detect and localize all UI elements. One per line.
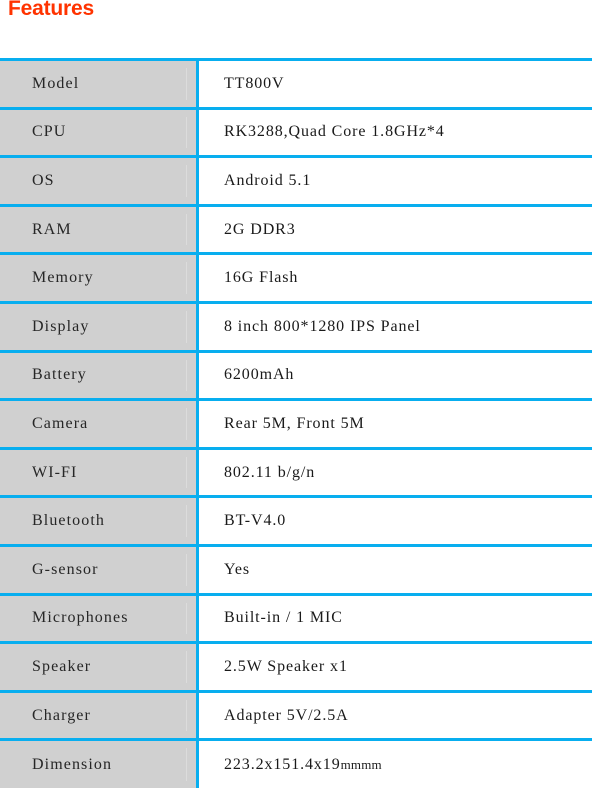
table-row: Speaker 2.5W Speaker x1 [0,641,592,692]
spec-value-text: 16G Flash [224,269,299,287]
spec-label-cell: Display [0,300,199,352]
label-cell-inner-rule [186,68,187,100]
table-row: Memory 16G Flash [0,252,592,303]
spec-table-body: Model TT800V CPU RK3288,Quad Core 1.8GHz*4 O… [0,58,592,789]
spec-value-text: Built-in / 1 MIC [224,609,343,627]
table-row: Display 8 inch 800*1280 IPS Panel [0,300,592,352]
spec-label-cell: Bluetooth [0,495,199,546]
table-row: RAM 2G DDR3 [0,203,592,254]
features-page: Features Model TT800V CPU RK3288,Quad Core … [0,0,592,801]
specifications-table: Model TT800V CPU RK3288,Quad Core 1.8GHz*4 O… [0,58,592,789]
table-row: Microphones Built-in / 1 MIC [0,592,592,643]
spec-value-text: 6200mAh [224,366,295,384]
table-row: CPU RK3288,Quad Core 1.8GHz*4 [0,106,592,157]
spec-value-cell: 2G DDR3 [197,203,592,254]
table-row: G-sensor Yes [0,543,592,595]
spec-label-text: Speaker [32,657,92,675]
spec-value-cell: BT-V4.0 [197,495,592,546]
spec-label-text: Dimension [32,755,113,773]
spec-label-cell: Camera [0,398,199,449]
table-row: Charger Adapter 5V/2.5A [0,689,592,740]
spec-value-text: Yes [224,560,250,578]
spec-label-text: Microphones [32,609,129,627]
spec-label-cell: G-sensor [0,543,199,595]
spec-value-text: 8 inch 800*1280 IPS Panel [224,317,421,335]
label-cell-inner-rule [186,213,187,246]
spec-label-cell: Memory [0,252,199,303]
table-row: WI-FI 802.11 b/g/n [0,446,592,497]
spec-value-text: 2.5W Speaker x1 [224,657,348,675]
spec-value-cell: RK3288,Quad Core 1.8GHz*4 [197,106,592,157]
spec-value-cell: 2.5W Speaker x1 [197,641,592,692]
page-title: Features [8,0,94,20]
spec-value-unit: mmmm [340,756,382,772]
spec-value-text: Adapter 5V/2.5A [224,706,349,724]
spec-label-cell: Microphones [0,592,199,643]
label-cell-inner-rule [186,553,187,586]
label-cell-inner-rule [186,699,187,732]
spec-label-cell: Battery [0,349,199,400]
spec-label-text: Camera [32,414,89,432]
spec-value-text: BT-V4.0 [224,512,287,530]
spec-value-text: 2G DDR3 [224,220,296,238]
spec-label-cell: WI-FI [0,446,199,497]
spec-value-text: 223.2x151.4x19mmmm [224,755,382,773]
spec-value-cell: 16G Flash [197,252,592,303]
table-row: Dimension 223.2x151.4x19mmmm [0,738,592,789]
spec-label-cell: Dimension [0,738,199,789]
spec-value-cell: 8 inch 800*1280 IPS Panel [197,300,592,352]
spec-value-text: 802.11 b/g/n [224,463,316,481]
spec-value-cell: Yes [197,543,592,595]
label-cell-inner-rule [186,505,187,537]
spec-value-text: Rear 5M, Front 5M [224,414,365,432]
spec-label-text: Bluetooth [32,512,106,530]
spec-label-text: Charger [32,706,91,724]
spec-label-text: OS [32,171,55,189]
spec-label-cell: CPU [0,106,199,157]
label-cell-inner-rule [186,602,187,635]
spec-value-cell: Built-in / 1 MIC [197,592,592,643]
spec-label-cell: RAM [0,203,199,254]
spec-value-text: Android 5.1 [224,171,312,189]
label-cell-inner-rule [186,310,187,343]
label-cell-inner-rule [186,165,187,197]
spec-label-text: Display [32,317,90,335]
spec-value-text: TT800V [224,74,285,92]
spec-label-cell: Speaker [0,641,199,692]
spec-value-cell: Android 5.1 [197,155,592,206]
spec-value-cell: 223.2x151.4x19mmmm [197,738,592,789]
label-cell-inner-rule [186,408,187,440]
spec-label-text: RAM [32,220,72,238]
spec-label-text: CPU [32,123,67,141]
spec-label-cell: Charger [0,689,199,740]
spec-value-cell: 802.11 b/g/n [197,446,592,497]
label-cell-inner-rule [186,116,187,149]
table-row: OS Android 5.1 [0,155,592,206]
label-cell-inner-rule [186,748,187,782]
table-row: Bluetooth BT-V4.0 [0,495,592,546]
spec-value-text: RK3288,Quad Core 1.8GHz*4 [224,123,445,141]
table-row: Battery 6200mAh [0,349,592,400]
spec-value-cell: TT800V [197,58,592,109]
spec-label-text: Memory [32,269,94,287]
label-cell-inner-rule [186,262,187,294]
spec-label-text: Model [32,74,80,92]
label-cell-inner-rule [186,456,187,489]
table-row: Camera Rear 5M, Front 5M [0,398,592,449]
label-cell-inner-rule [186,651,187,683]
label-cell-inner-rule [186,359,187,392]
spec-label-text: Battery [32,366,87,384]
spec-value-cell: 6200mAh [197,349,592,400]
spec-label-cell: OS [0,155,199,206]
table-row: Model TT800V [0,58,592,109]
spec-label-cell: Model [0,58,199,109]
spec-value-cell: Rear 5M, Front 5M [197,398,592,449]
spec-value-cell: Adapter 5V/2.5A [197,689,592,740]
spec-label-text: G-sensor [32,560,99,578]
spec-label-text: WI-FI [32,463,78,481]
